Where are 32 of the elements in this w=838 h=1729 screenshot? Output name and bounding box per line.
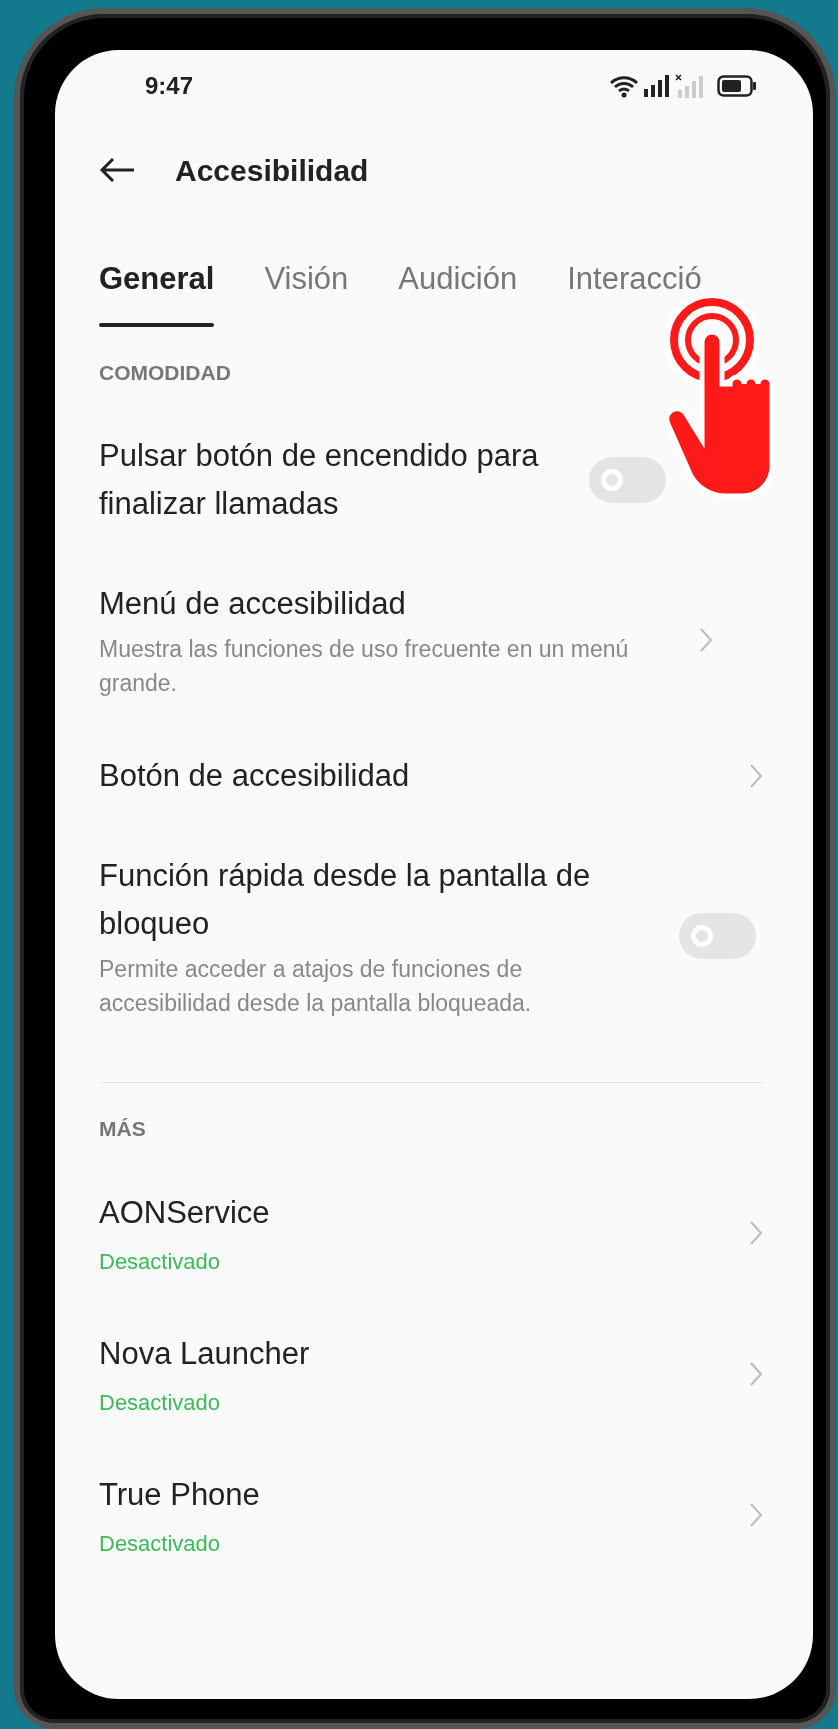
tab[interactable]: Audición bbox=[398, 248, 518, 307]
setting-status: Desactivado bbox=[99, 1388, 222, 1417]
chevron-right-icon bbox=[749, 1361, 763, 1387]
signal-icon bbox=[643, 75, 671, 97]
back-arrow-icon[interactable] bbox=[99, 157, 135, 183]
setting-status: Desactivado bbox=[99, 1247, 222, 1276]
tab[interactable]: Interacció bbox=[567, 248, 702, 307]
setting-title[interactable]: True Phone bbox=[99, 1470, 729, 1519]
wifi-icon bbox=[609, 74, 639, 98]
chevron-right-icon bbox=[749, 763, 763, 789]
setting-description: Permite acceder a atajos de funciones de accesibilidad desde la pantalla bloqueada. bbox=[99, 955, 533, 1018]
setting-title[interactable]: Botón de accesibilidad bbox=[99, 752, 729, 800]
setting-status: Desactivado bbox=[99, 1529, 222, 1558]
chevron-right-icon bbox=[749, 1502, 763, 1528]
toggle-switch[interactable] bbox=[589, 457, 666, 503]
setting-title[interactable]: Pulsar botón de encendido para finalizar llamadas bbox=[99, 432, 569, 528]
section-header: MÁS bbox=[99, 1116, 147, 1142]
tab[interactable]: General bbox=[99, 248, 215, 327]
status-time: 9:47 bbox=[145, 71, 194, 101]
battery-icon bbox=[717, 75, 757, 97]
chevron-right-icon bbox=[699, 627, 713, 653]
setting-title[interactable]: Función rápida desde la pantalla de bloqueo bbox=[99, 852, 659, 948]
no-signal-icon bbox=[675, 74, 705, 98]
setting-title[interactable]: AONService bbox=[99, 1188, 729, 1237]
setting-title[interactable]: Nova Launcher bbox=[99, 1329, 729, 1378]
setting-description: Muestra las funciones de uso frecuente en un menú grande. bbox=[99, 635, 630, 698]
page-title: Accesibilidad bbox=[175, 152, 369, 189]
setting-title[interactable]: Menú de accesibilidad bbox=[99, 580, 679, 628]
toggle-switch[interactable] bbox=[679, 913, 756, 959]
section-header: COMODIDAD bbox=[99, 359, 232, 386]
tab[interactable]: Visión bbox=[264, 248, 349, 307]
chevron-right-icon bbox=[749, 1220, 763, 1246]
